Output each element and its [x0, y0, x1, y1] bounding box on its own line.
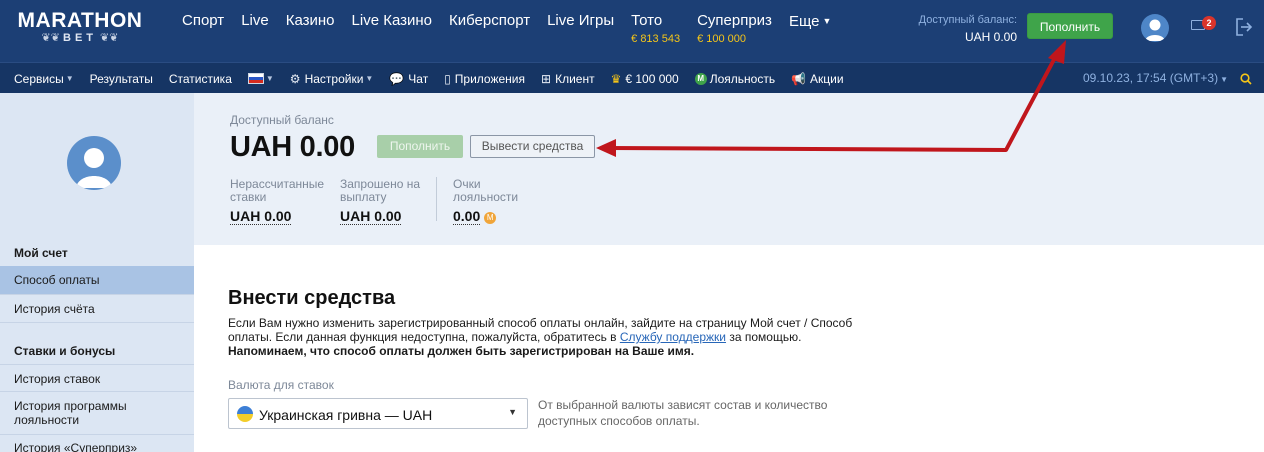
subnav-apps[interactable]: ▯ Приложения: [444, 72, 525, 86]
deposit-section-title: Внести средства: [228, 287, 396, 309]
deposit-description: Если Вам нужно изменить зарегистрированн…: [228, 316, 853, 358]
chevron-down-icon: ▼: [365, 74, 374, 83]
stats-divider: [436, 177, 437, 221]
subnav-loyalty[interactable]: M Лояльность: [694, 72, 775, 86]
user-avatar-icon[interactable]: [1141, 14, 1169, 42]
nav-toto[interactable]: Тото € 813 543: [631, 12, 680, 52]
balance-panel: Доступный баланс UAH 0.00 Пополнить Выве…: [194, 93, 1264, 245]
account-sidebar: Мой счет Способ оплаты История счёта Ста…: [0, 93, 194, 452]
stat-loyalty-points: Очки лояльности 0.00 M: [453, 178, 533, 226]
deposit-warning: Напоминаем, что способ оплаты должен быт…: [228, 344, 695, 358]
available-balance-amount: UAH 0.00: [230, 131, 355, 163]
russia-flag-icon: [247, 73, 264, 84]
stat-label: Запрошено на выплату: [340, 177, 421, 204]
deposit-button-disabled[interactable]: Пополнить: [377, 135, 463, 158]
subnav-client[interactable]: ⊞ Клиент: [541, 72, 595, 86]
subnav-promotions[interactable]: 📢 Акции: [791, 72, 844, 86]
gear-icon: ⚙: [289, 71, 301, 86]
chevron-down-icon: ▼: [65, 74, 74, 83]
logout-icon[interactable]: [1235, 17, 1253, 37]
subnav-chat[interactable]: 💬 Чат: [389, 72, 428, 86]
sidebar-item-payment-method[interactable]: Способ оплаты: [0, 266, 194, 295]
nav-sport[interactable]: Спорт: [182, 12, 224, 52]
chat-icon: 💬: [389, 71, 405, 86]
stat-label: Нерассчитанные ставки: [230, 177, 325, 204]
header-deposit-button[interactable]: Пополнить: [1027, 13, 1113, 39]
search-icon[interactable]: [1240, 72, 1252, 85]
stat-requested-payout: Запрошено на выплату UAH 0.00: [340, 178, 430, 226]
loyalty-m-icon: M: [694, 72, 707, 85]
stat-value: UAH 0.00: [230, 208, 292, 225]
header-balance-label: Доступный баланс:: [918, 14, 1017, 26]
chevron-down-icon: ▼: [508, 407, 517, 417]
stat-value: 0.00: [453, 208, 481, 225]
subnav-services[interactable]: Сервисы ▼: [14, 72, 74, 86]
support-link[interactable]: Службу поддержки: [620, 330, 726, 344]
secondary-nav-bar: Сервисы ▼ Результаты Статистика ▼ ⚙ Настро…: [0, 62, 1264, 93]
laurel-left-icon: ❦❦: [41, 32, 63, 44]
header-balance-value: UAH 0.00: [964, 30, 1017, 44]
stat-value: UAH 0.00: [340, 208, 402, 225]
main-nav: Спорт Live Казино Live Казино Киберспорт…: [182, 12, 848, 52]
nav-live[interactable]: Live: [241, 12, 269, 52]
profile-avatar-icon: [67, 136, 121, 190]
header-balance: Доступный баланс: UAH 0.00: [919, 14, 1017, 45]
phone-icon: ▯: [444, 71, 451, 86]
superprize-amount: € 100 000: [697, 33, 747, 45]
chevron-down-icon: ▼: [1220, 75, 1228, 84]
nav-casino[interactable]: Казино: [286, 12, 335, 52]
chevron-down-icon: ▼: [822, 16, 832, 26]
toto-jackpot: € 813 543: [631, 33, 681, 45]
windows-icon: ⊞: [541, 71, 552, 86]
subnav-results[interactable]: Результаты: [90, 72, 153, 86]
nav-live-casino[interactable]: Live Казино: [352, 12, 432, 52]
currency-selected-value: Украинская гривна — UAH: [259, 407, 433, 423]
sidebar-section-my-account: Мой счет: [14, 246, 68, 260]
withdraw-funds-button[interactable]: Вывести средства: [470, 135, 595, 158]
nav-more[interactable]: Еще ▼: [789, 12, 831, 52]
subnav-statistics[interactable]: Статистика: [169, 72, 232, 86]
currency-select[interactable]: Украинская гривна — UAH ▼: [228, 398, 528, 429]
chevron-down-icon: ▼: [265, 74, 274, 83]
nav-esports[interactable]: Киберспорт: [449, 12, 530, 52]
loyalty-coin-icon: M: [484, 212, 497, 224]
stat-unsettled-bets: Нерассчитанные ставки UAH 0.00: [230, 178, 340, 226]
nav-superprize[interactable]: Суперприз € 100 000: [697, 12, 772, 52]
sidebar-item-account-history[interactable]: История счёта: [0, 295, 194, 323]
sidebar-section-bets-bonuses: Ставки и бонусы: [14, 344, 116, 358]
sidebar-item-loyalty-history[interactable]: История программы лояльности: [0, 392, 194, 435]
top-header: MARATHON ❦❦ BET ❦❦ Спорт Live Казино Liv…: [0, 0, 1264, 62]
megaphone-icon: 📢: [791, 71, 807, 86]
currency-label: Валюта для ставок: [228, 378, 334, 392]
subnav-superprize[interactable]: ♛ € 100 000: [611, 72, 679, 86]
mail-count-badge: 2: [1202, 16, 1216, 30]
sidebar-item-bet-history[interactable]: История ставок: [0, 364, 194, 392]
sidebar-item-superprize-history[interactable]: История «Суперприз»: [0, 435, 194, 452]
nav-live-games[interactable]: Live Игры: [547, 12, 614, 52]
laurel-right-icon: ❦❦: [97, 32, 119, 44]
logo-text-main: MARATHON: [17, 9, 143, 32]
available-balance-label: Доступный баланс: [230, 113, 334, 127]
crown-icon: ♛: [610, 71, 622, 86]
subnav-language[interactable]: ▼: [247, 73, 274, 84]
secondary-nav: Сервисы ▼ Результаты Статистика ▼ ⚙ Настро…: [14, 63, 860, 94]
stat-label: Очки лояльности: [453, 177, 519, 204]
logo-text-sub: BET: [63, 32, 97, 44]
datetime-timezone[interactable]: 09.10.23, 17:54 (GMT+3) ▼: [1083, 63, 1228, 95]
ukraine-flag-icon: [237, 406, 253, 422]
currency-note: От выбранной валюты зависят состав и кол…: [538, 398, 828, 428]
marathonbet-logo[interactable]: MARATHON ❦❦ BET ❦❦: [14, 9, 146, 45]
subnav-settings[interactable]: ⚙ Настройки ▼: [290, 72, 374, 86]
